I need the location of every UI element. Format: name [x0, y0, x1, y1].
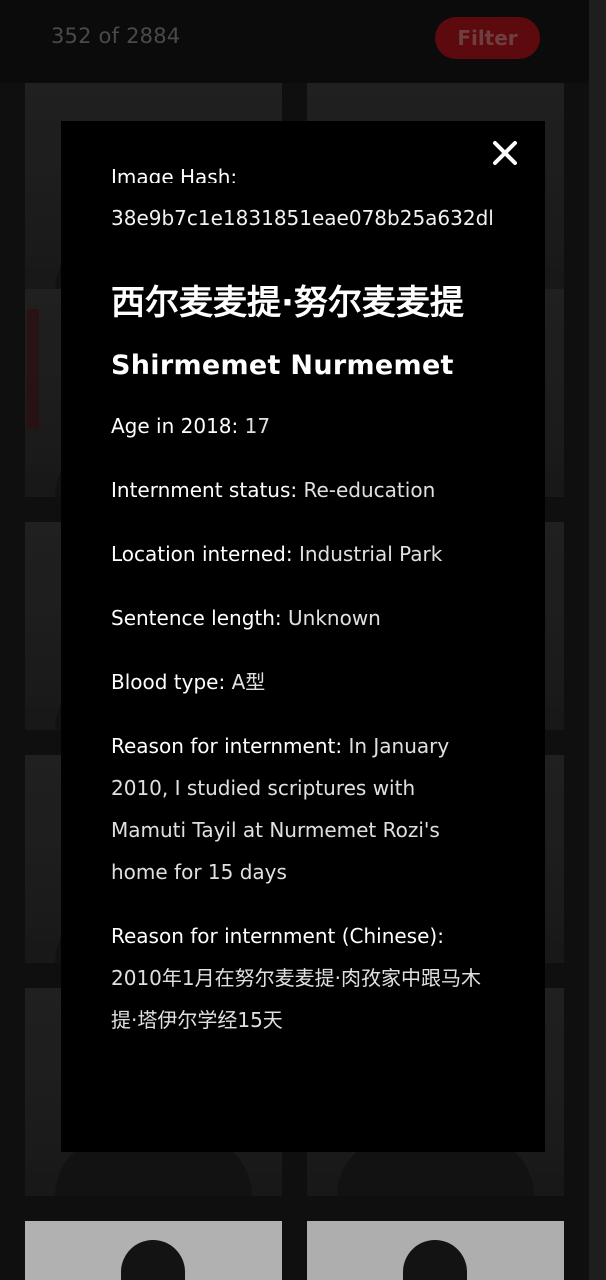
field-value: Re-education	[303, 478, 436, 502]
filter-button[interactable]: Filter	[435, 17, 540, 59]
field-label: Sentence length:	[111, 606, 282, 630]
field-value: A型	[231, 670, 266, 694]
field-value: Unknown	[288, 606, 381, 630]
field-location: Location interned: Industrial Park	[111, 533, 495, 575]
field-value: Industrial Park	[298, 542, 443, 566]
field-value: 17	[244, 414, 271, 438]
image-hash-label: Image Hash:	[111, 165, 238, 183]
scrollbar[interactable]	[589, 0, 606, 1280]
top-bar: 352 of 2884 Filter	[0, 0, 589, 83]
image-hash-value: 38e9b7c1e1831851eae078b25a632dl	[111, 206, 494, 230]
field-reason-chinese: Reason for internment (Chinese): 2010年1月…	[111, 915, 495, 1041]
field-internment-status: Internment status: Re-education	[111, 469, 495, 511]
field-label: Location interned:	[111, 542, 293, 566]
field-blood-type: Blood type: A型	[111, 661, 495, 703]
field-value: 2010年1月在努尔麦麦提·肉孜家中跟马木提·塔伊尔学经15天	[111, 966, 481, 1032]
field-reason: Reason for internment: In January 2010, …	[111, 725, 495, 893]
field-label: Blood type:	[111, 670, 226, 694]
field-age: Age in 2018: 17	[111, 405, 495, 447]
field-label: Internment status:	[111, 478, 298, 502]
result-counter: 352 of 2884	[51, 24, 181, 48]
field-label: Reason for internment:	[111, 734, 343, 758]
field-sentence-length: Sentence length: Unknown	[111, 597, 495, 639]
modal-content: Image Hash: 38e9b7c1e1831851eae078b25a63…	[111, 159, 495, 1041]
name-chinese: 西尔麦麦提·努尔麦麦提	[111, 283, 464, 323]
name-english: Shirmemet Nurmemet	[111, 350, 454, 381]
field-label: Age in 2018:	[111, 414, 239, 438]
field-label: Reason for internment (Chinese):	[111, 924, 444, 948]
detail-modal: Image Hash: 38e9b7c1e1831851eae078b25a63…	[61, 121, 545, 1152]
